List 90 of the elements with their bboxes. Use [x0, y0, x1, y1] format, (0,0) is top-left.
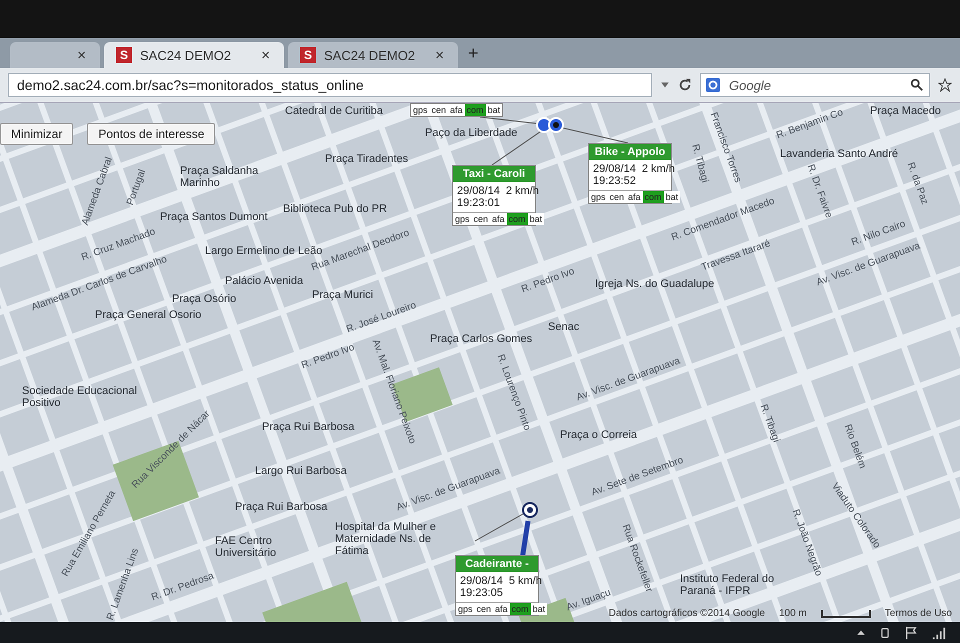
- marker-cluster-icon: [536, 117, 564, 133]
- street-label: R. João Negrão: [790, 508, 824, 578]
- new-tab-button[interactable]: +: [462, 43, 485, 68]
- place-label: Palácio Avenida: [225, 275, 304, 287]
- street-label: R. Dr. Pedrosa: [150, 570, 216, 604]
- device-icon: [880, 626, 890, 640]
- tab-title: SAC24 DEMO2: [324, 48, 416, 62]
- place-label: Instituto Federal do Paraná - IFPR: [680, 573, 776, 597]
- place-label: Praça General Osorio: [95, 309, 202, 321]
- place-label: Senac: [548, 321, 580, 333]
- signal-icon: [932, 626, 946, 640]
- place-label: Praça Macedo: [870, 105, 941, 117]
- site-favicon: S: [300, 47, 316, 63]
- flag-icon: [904, 626, 918, 640]
- time-text: 19:23:01: [457, 197, 500, 209]
- date-text: 29/08/14: [460, 575, 503, 587]
- place-label: Igreja Ns. do Guadalupe: [595, 278, 714, 290]
- close-tab-button[interactable]: ×: [75, 46, 88, 64]
- street-label: R. Pedro Ivo: [300, 342, 356, 372]
- date-text: 29/08/14: [593, 163, 636, 175]
- status-indicator: bat: [530, 603, 548, 615]
- street-label: Av. Mal. Floriano Peixoto: [370, 338, 418, 446]
- status-indicator: com: [642, 191, 664, 203]
- browser-tab[interactable]: S SAC24 DEMO2 ×: [104, 42, 284, 68]
- search-engine-icon: [706, 78, 720, 92]
- place-label: Praça o Correia: [560, 429, 638, 441]
- place-label: Largo Rui Barbosa: [255, 465, 347, 477]
- terms-link[interactable]: Termos de Uso: [884, 608, 952, 619]
- vehicle-name: Bike - Appolo: [589, 144, 671, 160]
- place-label: Praça Osório: [172, 293, 236, 305]
- speed-text: 2 km/h: [642, 163, 675, 175]
- street-label: Rio Belém: [842, 423, 868, 470]
- place-label: Praça Rui Barbosa: [235, 501, 328, 513]
- place-label: Praça Saldanha Marinho: [180, 165, 260, 189]
- place-label: Praça Santos Dumont: [160, 211, 268, 223]
- scale-bar-icon: [820, 610, 871, 618]
- vehicle-name: Taxi - Caroli: [453, 166, 535, 182]
- time-text: 19:23:05: [460, 587, 503, 599]
- reload-icon: [678, 78, 692, 92]
- street-label: R. Pedro Ivo: [520, 266, 576, 296]
- status-indicator: com: [464, 104, 486, 116]
- browser-tab[interactable]: ×: [10, 42, 100, 68]
- close-tab-button[interactable]: ×: [259, 46, 272, 64]
- speed-text: 2 km/h: [506, 185, 539, 197]
- scale-label: 100 m: [778, 608, 807, 619]
- place-label: Praça Rui Barbosa: [262, 421, 354, 433]
- status-indicator: bat: [486, 104, 502, 116]
- street-label: R. da Paz: [904, 161, 930, 206]
- status-indicator: afa: [626, 191, 643, 203]
- close-tab-button[interactable]: ×: [433, 46, 446, 64]
- search-field[interactable]: Google: [700, 73, 930, 97]
- street-label: R. Dr. Faivre: [804, 163, 834, 220]
- star-icon: [938, 78, 952, 92]
- time-text: 19:23:52: [593, 175, 636, 187]
- status-indicator: com: [506, 213, 528, 225]
- place-label: Hospital da Mulher e Maternidade Ns. de Fátima: [335, 521, 437, 557]
- street-label: R. Tibagi: [758, 403, 782, 444]
- address-field[interactable]: demo2.sac24.com.br/sac?s=monitorados_status_online: [8, 73, 652, 97]
- map-control-button[interactable]: Pontos de interesse: [87, 123, 216, 145]
- status-indicator: afa: [493, 603, 510, 615]
- place-label: Sociedade Educacional Positivo: [22, 385, 138, 409]
- up-arrow-icon: [856, 628, 866, 638]
- browser-tab[interactable]: S SAC24 DEMO2 ×: [288, 42, 458, 68]
- place-label: Praça Murici: [312, 289, 374, 301]
- map-attribution: Dados cartográficos ©2014 Google: [608, 608, 765, 619]
- place-label: Catedral de Curitiba: [285, 105, 383, 117]
- status-indicator: bat: [528, 213, 544, 225]
- map-control-button[interactable]: Minimizar: [0, 123, 74, 145]
- street-label: R. Nilo Cairo: [850, 218, 908, 248]
- place-label: Largo Ermelino de Leão: [205, 245, 322, 257]
- status-indicator: afa: [448, 104, 465, 116]
- place-label: Praça Carlos Gomes: [430, 333, 532, 345]
- place-label: Biblioteca Pub do PR: [283, 203, 387, 215]
- caret-icon: [660, 80, 670, 90]
- status-indicator: afa: [490, 213, 507, 225]
- vehicle-name: Cadeirante -: [456, 556, 538, 572]
- street-label: R. Tibagi: [689, 143, 710, 184]
- speed-text: 5 km/h: [508, 575, 542, 587]
- place-label: Lavanderia Santo André: [780, 148, 898, 160]
- tab-title: SAC24 DEMO2: [140, 48, 232, 62]
- street-label: R. José Loureiro: [345, 300, 418, 336]
- search-icon: [910, 78, 924, 92]
- status-indicator: bat: [664, 191, 680, 203]
- place-label: FAE Centro Universitário: [215, 535, 278, 559]
- place-label: Praça Tiradentes: [325, 153, 408, 165]
- place-label: Paço da Liberdade: [425, 127, 518, 139]
- date-text: 29/08/14: [457, 185, 500, 197]
- site-favicon: S: [116, 47, 132, 63]
- map-marker-icon: [522, 502, 538, 518]
- status-indicator: com: [510, 603, 531, 615]
